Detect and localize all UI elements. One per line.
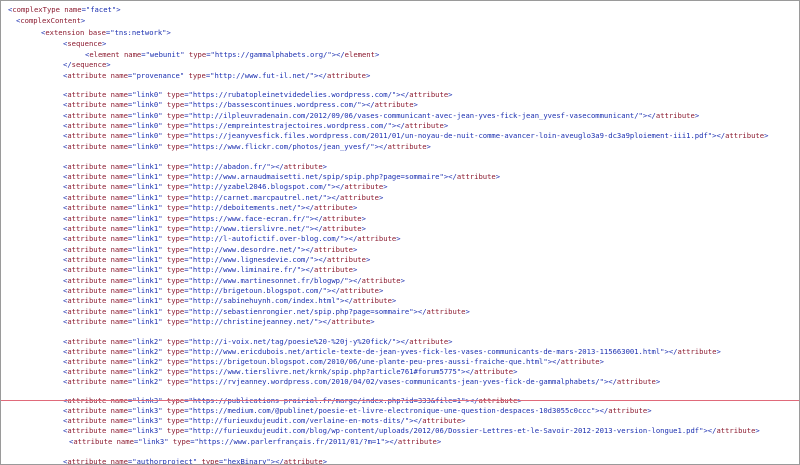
xml-line: <attribute name="link1" type="http://bri… (63, 286, 384, 295)
xml-line: <attribute name="link1" type="http://l-a… (63, 234, 401, 243)
xml-line: <complexType name="facet"> (8, 5, 121, 14)
xml-line: <attribute name="link1" type="http://www… (63, 255, 371, 264)
xml-line: <attribute name="link0" type="https://ru… (63, 90, 453, 99)
xml-line: <attribute name="link3" type="https://ww… (69, 437, 442, 446)
xml-line: <attribute name="link1" type="http://www… (63, 224, 366, 233)
xml-line: <attribute name="link3" type="http://fur… (63, 416, 466, 425)
xml-line: <complexContent> (16, 16, 86, 25)
xml-line: <attribute name="link1" type="http://yza… (63, 182, 388, 191)
xml-line: <sequence> (63, 39, 107, 48)
xml-line: <attribute name="link1" type="http://deb… (63, 203, 358, 212)
xml-line: <attribute name="link2" type="https://ww… (63, 367, 518, 376)
xml-line: <attribute name="link1" type="http://sab… (63, 296, 397, 305)
xml-line: <attribute name="link2" type="http://www… (63, 347, 721, 356)
xml-line: <attribute name="link1" type="http://seb… (63, 307, 470, 316)
xml-line: <attribute name="link2" type="http://i-v… (63, 337, 453, 346)
xml-line: <attribute name="link1" type="http://aba… (63, 162, 327, 171)
xml-line: <attribute name="link2" type="https://br… (63, 357, 604, 366)
xml-line: <attribute name="link0" type="https://ba… (63, 100, 418, 109)
xml-line: <attribute name="link2" type="https://rv… (63, 377, 661, 386)
xml-line: <attribute name="link1" type="http://www… (63, 172, 501, 181)
xml-line: <attribute name="link1" type="http://chr… (63, 317, 375, 326)
xml-line: <attribute name="link3" type="https://me… (63, 406, 652, 415)
xml-line: <attribute name="authorproject" type="he… (63, 457, 328, 465)
xml-line: <attribute name="link3" type="https://pu… (63, 396, 522, 405)
xml-line: <attribute name="link1" type="http://www… (63, 265, 358, 274)
xml-line: <attribute name="link0" type="https://je… (63, 131, 769, 140)
highlight-rule (1, 400, 799, 401)
xml-line: <attribute name="link1" type="http://car… (63, 193, 384, 202)
xml-line: <extension base="tns:network"> (41, 28, 171, 37)
xml-line: <attribute name="link1" type="https://ww… (63, 214, 366, 223)
xml-line: <attribute name="provenance" type="http:… (63, 71, 371, 80)
xml-line: <element name="webunit" type="https://ga… (85, 50, 380, 59)
xml-line: <attribute name="link0" type="https://ww… (63, 142, 431, 151)
xml-line: <attribute name="link3" type="http://fur… (63, 426, 760, 435)
xml-line: <attribute name="link1" type="http://www… (63, 245, 358, 254)
xml-viewer: <complexType name="facet"> <complexConten… (0, 0, 800, 465)
xml-line: <attribute name="link0" type="http://ilp… (63, 111, 700, 120)
xml-line: <attribute name="link0" type="https://em… (63, 121, 449, 130)
xml-line: </sequence> (63, 60, 111, 69)
xml-line: <attribute name="link1" type="http://www… (63, 276, 405, 285)
